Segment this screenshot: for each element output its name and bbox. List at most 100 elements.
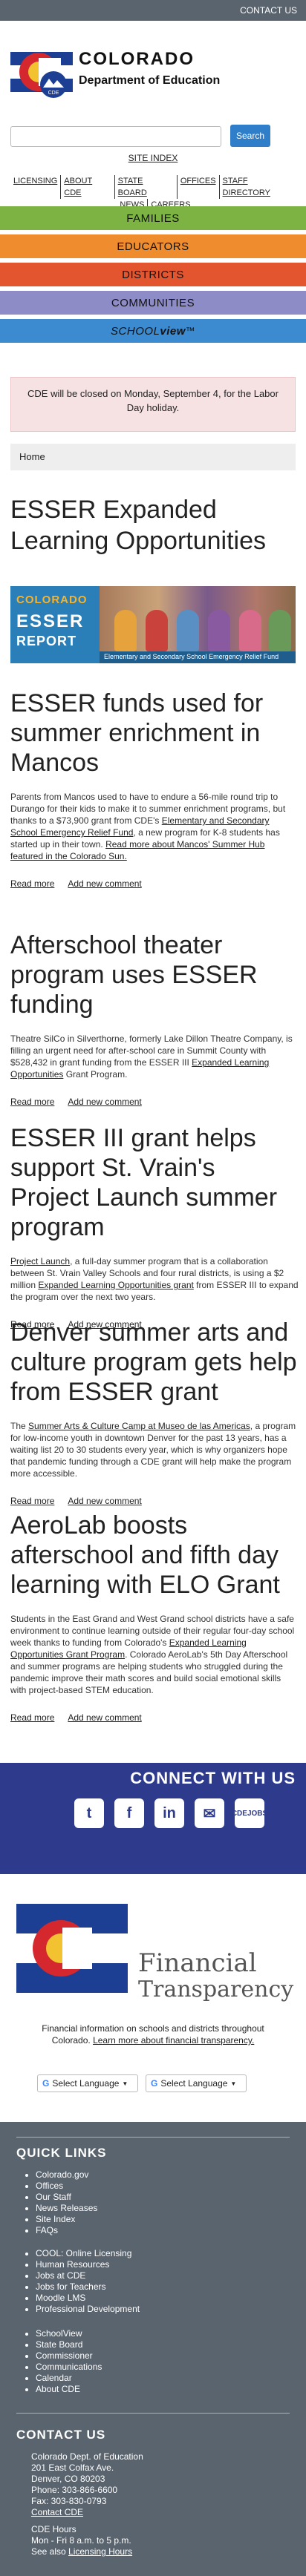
footer-link[interactable]: Colorado.gov	[36, 2169, 88, 2180]
footer-link[interactable]: FAQs	[36, 2225, 58, 2235]
utility-link-about-cde[interactable]: ABOUT CDE	[61, 175, 115, 199]
banner-line-3: REPORT	[16, 634, 77, 648]
article-inline-link[interactable]: Summer Arts & Culture Camp at Museo de l…	[28, 1421, 250, 1431]
cde-jobs-icon[interactable]: CDE JOBS	[232, 1798, 267, 1828]
financial-description: Financial information on schools and dis…	[42, 2023, 264, 2046]
dropdown-arrow-icon: ▼	[122, 2080, 128, 2087]
article-summary: The Summer Arts & Culture Camp at Museo …	[10, 1421, 296, 1479]
footer-link[interactable]: Our Staff	[36, 2192, 71, 2202]
footer-link[interactable]: News Releases	[36, 2203, 97, 2213]
audience-nav: FAMILIES EDUCATORS DISTRICTS COMMUNITIES…	[0, 206, 306, 347]
read-more-link[interactable]: Read more	[10, 1712, 54, 1723]
footer-link[interactable]: Jobs for Teachers	[36, 2281, 106, 2292]
page-title: ESSER Expanded Learning Opportunities	[10, 496, 267, 555]
contact-title: CONTACT US	[16, 2428, 106, 2442]
twitter-icon[interactable]: t	[74, 1798, 104, 1828]
translate-label: Select Language	[52, 2078, 120, 2089]
google-translate-select[interactable]: G Select Language ▼	[146, 2074, 247, 2092]
footer-divider	[16, 2137, 290, 2138]
footer-link[interactable]: Site Index	[36, 2214, 75, 2224]
site-index-link[interactable]: SITE INDEX	[0, 153, 306, 163]
footer-link[interactable]: Communications	[36, 2362, 102, 2372]
banner-label-block: COLORADO ESSER REPORT	[10, 586, 100, 663]
licensing-hours-link[interactable]: Licensing Hours	[68, 2546, 132, 2557]
google-translate-select[interactable]: G Select Language ▼	[37, 2074, 138, 2092]
department-name: Department of Education	[79, 74, 221, 87]
article-inline-link[interactable]: Project Launch	[10, 1256, 70, 1266]
footer-link[interactable]: State Board	[36, 2339, 82, 2350]
top-bar: CONTACT US	[0, 0, 306, 21]
google-g-icon: G	[151, 2078, 158, 2089]
article-summary: Theatre SilCo in Silverthorne, formerly …	[10, 1034, 293, 1080]
financial-title-1: Financial	[138, 1948, 257, 1978]
utility-nav: LICENSING ABOUT CDE STATE BOARD OFFICES …	[10, 175, 300, 211]
article-title-link[interactable]: ESSER III grant helps support St. Vrain'…	[10, 1124, 277, 1241]
contact-cde-link[interactable]: Contact CDE	[31, 2507, 83, 2517]
email-icon[interactable]: ✉	[195, 1798, 224, 1828]
utility-link-offices[interactable]: OFFICES	[178, 175, 220, 199]
article-1: ESSER funds used for summer enrichment i…	[10, 689, 299, 889]
cde-logo[interactable]: CDE COLORADO Department of Education	[10, 42, 293, 107]
article-3: ESSER III grant helps support St. Vrain'…	[10, 1123, 299, 1330]
add-comment-link[interactable]: Add new comment	[68, 1097, 141, 1107]
connect-title: CONNECT WITH US	[130, 1769, 296, 1787]
nav-communities[interactable]: COMMUNITIES	[0, 291, 306, 315]
footer-link[interactable]: Moodle LMS	[36, 2293, 85, 2303]
utility-link-state-board[interactable]: STATE BOARD	[115, 175, 178, 199]
add-comment-link[interactable]: Add new comment	[68, 1496, 141, 1506]
article-5: AeroLab boosts afterschool and fifth day…	[10, 1511, 299, 1723]
footer-link[interactable]: Offices	[36, 2181, 63, 2191]
add-comment-link[interactable]: Add new comment	[68, 1712, 141, 1723]
schoolview-label-a: SCHOOL	[111, 324, 160, 338]
breadcrumb-home[interactable]: Home	[19, 451, 45, 462]
banner-strip-text: Elementary and Secondary School Emergenc…	[100, 651, 296, 663]
banner-line-1: COLORADO	[16, 594, 88, 606]
article-title-link[interactable]: AeroLab boosts afterschool and fifth day…	[10, 1511, 280, 1599]
closure-notice: CDE will be closed on Monday, September …	[10, 377, 296, 432]
state-name: COLORADO	[79, 49, 195, 69]
colorado-flag-icon[interactable]	[16, 1904, 128, 1993]
footer-link[interactable]: About CDE	[36, 2384, 80, 2394]
utility-link-licensing[interactable]: LICENSING	[10, 175, 62, 199]
footer: QUICK LINKS Colorado.gov Offices Our Sta…	[0, 2122, 306, 2576]
connect-with-us: CONNECT WITH US t f in ✉ CDE JOBS	[0, 1763, 306, 1874]
article-4: Denver summer arts and culture program g…	[10, 1318, 299, 1506]
article-title-link[interactable]: Denver summer arts and culture program g…	[10, 1318, 297, 1406]
article-title-link[interactable]: ESSER funds used for summer enrichment i…	[10, 689, 263, 777]
nav-educators[interactable]: EDUCATORS	[0, 234, 306, 258]
schoolview-trademark: ™	[185, 326, 195, 336]
nav-schoolview[interactable]: SCHOOL view ™	[0, 319, 306, 343]
dropdown-arrow-icon: ▼	[230, 2080, 237, 2087]
financial-transparency: Financial Transparency Financial informa…	[0, 1882, 306, 2067]
financial-learn-more-link[interactable]: Learn more about financial transparency.	[93, 2035, 254, 2046]
read-more-link[interactable]: Read more	[10, 1496, 54, 1506]
nav-districts[interactable]: DISTRICTS	[0, 263, 306, 286]
footer-link[interactable]: COOL: Online Licensing	[36, 2248, 131, 2258]
article-title-link[interactable]: Afterschool theater program uses ESSER f…	[10, 931, 258, 1019]
add-comment-link[interactable]: Add new comment	[68, 878, 141, 889]
footer-link[interactable]: Human Resources	[36, 2259, 109, 2270]
read-more-link[interactable]: Read more	[10, 878, 54, 889]
quick-links-group-3: SchoolView State Board Commissioner Comm…	[36, 2328, 102, 2395]
footer-link[interactable]: Jobs at CDE	[36, 2270, 85, 2281]
banner-line-2: ESSER	[16, 611, 85, 631]
footer-link[interactable]: Calendar	[36, 2373, 72, 2383]
read-more-link[interactable]: Read more	[10, 1097, 54, 1107]
seal-text: CDE	[48, 91, 59, 96]
footer-link[interactable]: Professional Development	[36, 2304, 140, 2314]
facebook-icon[interactable]: f	[114, 1798, 144, 1828]
nav-families[interactable]: FAMILIES	[0, 206, 306, 230]
footer-link[interactable]: SchoolView	[36, 2328, 82, 2339]
article-summary: Parents from Mancos used to have to endu…	[10, 792, 286, 861]
footer-link[interactable]: Commissioner	[36, 2350, 93, 2361]
search-button[interactable]: Search	[230, 125, 270, 147]
contact-us-link[interactable]: CONTACT US	[240, 5, 297, 16]
article-inline-link[interactable]: Expanded Learning Opportunities grant	[38, 1280, 193, 1290]
linkedin-icon[interactable]: in	[154, 1798, 184, 1828]
utility-link-staff-directory[interactable]: STAFF DIRECTORY	[220, 175, 300, 199]
breadcrumb: Home	[10, 444, 296, 470]
article-summary: Students in the East Grand and West Gran…	[10, 1614, 295, 1695]
search-input[interactable]	[10, 126, 221, 147]
article-summary: Project Launch, a full-day summer progra…	[10, 1256, 299, 1302]
schoolview-label-b: view	[160, 324, 186, 338]
